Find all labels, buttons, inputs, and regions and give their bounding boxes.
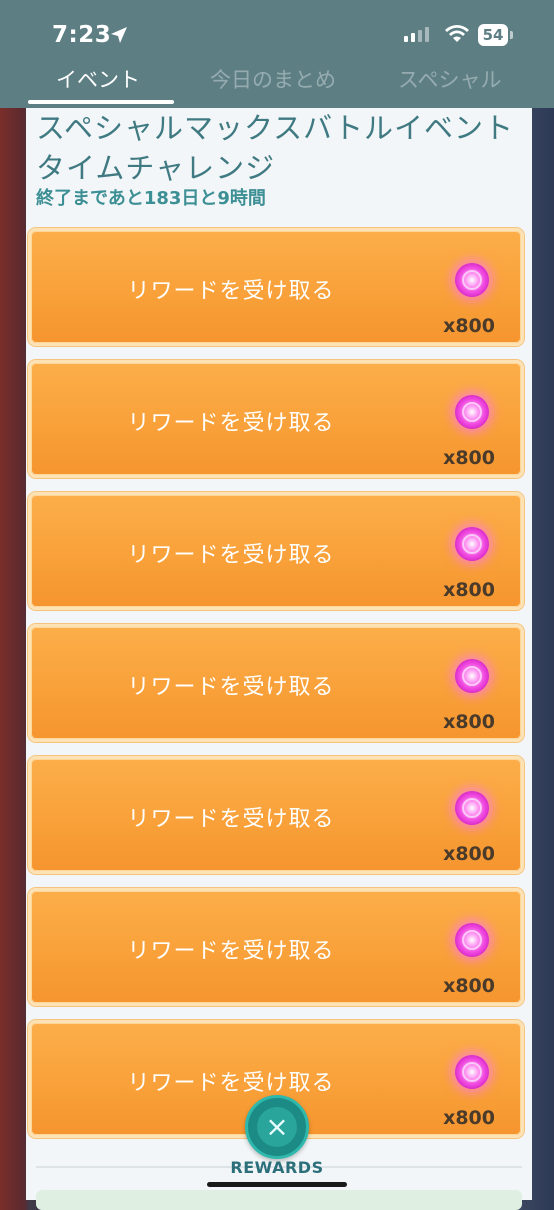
max-particle-orb-icon xyxy=(455,527,489,561)
close-icon: × xyxy=(265,1110,289,1143)
max-particle-orb-icon xyxy=(455,395,489,429)
time-remaining: 終了まであと183日と9時間 xyxy=(36,188,266,209)
status-bar: 7:23 54 xyxy=(0,0,554,56)
max-particle-orb-icon xyxy=(455,1055,489,1089)
claim-reward-label: リワードを受け取る xyxy=(127,543,335,568)
next-section-edge xyxy=(36,1190,522,1210)
challenge-panel: スペシャルマックスバトルイベントタイムチャレンジ 終了まであと183日と9時間 … xyxy=(26,108,532,1210)
claim-reward-label: リワードを受け取る xyxy=(127,675,335,700)
reward-quantity: x800 xyxy=(443,843,495,865)
max-particle-orb-icon xyxy=(455,659,489,693)
reward-quantity: x800 xyxy=(443,579,495,601)
reward-quantity: x800 xyxy=(443,315,495,337)
rewards-label: REWARDS xyxy=(230,1158,324,1177)
claim-reward-button[interactable]: リワードを受け取る x800 xyxy=(28,756,524,874)
claim-reward-label: リワードを受け取る xyxy=(127,1071,335,1096)
challenge-title: スペシャルマックスバトルイベントタイムチャレンジ xyxy=(36,111,514,185)
claim-reward-label: リワードを受け取る xyxy=(127,279,335,304)
claim-reward-label: リワードを受け取る xyxy=(127,807,335,832)
claim-reward-button[interactable]: リワードを受け取る x800 xyxy=(28,624,524,742)
active-tab-indicator xyxy=(28,100,174,104)
location-arrow-icon xyxy=(111,27,127,43)
max-particle-orb-icon xyxy=(455,263,489,297)
wifi-icon xyxy=(445,25,469,42)
battery-level: 54 xyxy=(478,24,508,46)
claim-reward-button[interactable]: リワードを受け取る x800 xyxy=(28,360,524,478)
close-button[interactable]: × xyxy=(245,1095,309,1159)
status-time: 7:23 xyxy=(52,22,112,48)
reward-quantity: x800 xyxy=(443,711,495,733)
home-indicator[interactable] xyxy=(207,1182,347,1187)
tab-event[interactable]: イベント xyxy=(56,64,140,94)
claim-reward-label: リワードを受け取る xyxy=(127,939,335,964)
claim-reward-button[interactable]: リワードを受け取る x800 xyxy=(28,492,524,610)
max-particle-orb-icon xyxy=(455,923,489,957)
claim-reward-button[interactable]: リワードを受け取る x800 xyxy=(28,888,524,1006)
tab-special[interactable]: スペシャル xyxy=(398,64,502,94)
battery-icon: 54 xyxy=(478,24,514,46)
cellular-signal-icon xyxy=(404,27,429,42)
max-particle-orb-icon xyxy=(455,791,489,825)
reward-quantity: x800 xyxy=(443,975,495,997)
reward-quantity: x800 xyxy=(443,447,495,469)
tab-today-summary[interactable]: 今日のまとめ xyxy=(210,64,336,94)
claim-reward-button[interactable]: リワードを受け取る x800 xyxy=(28,228,524,346)
claim-reward-label: リワードを受け取る xyxy=(127,411,335,436)
reward-quantity: x800 xyxy=(443,1107,495,1129)
